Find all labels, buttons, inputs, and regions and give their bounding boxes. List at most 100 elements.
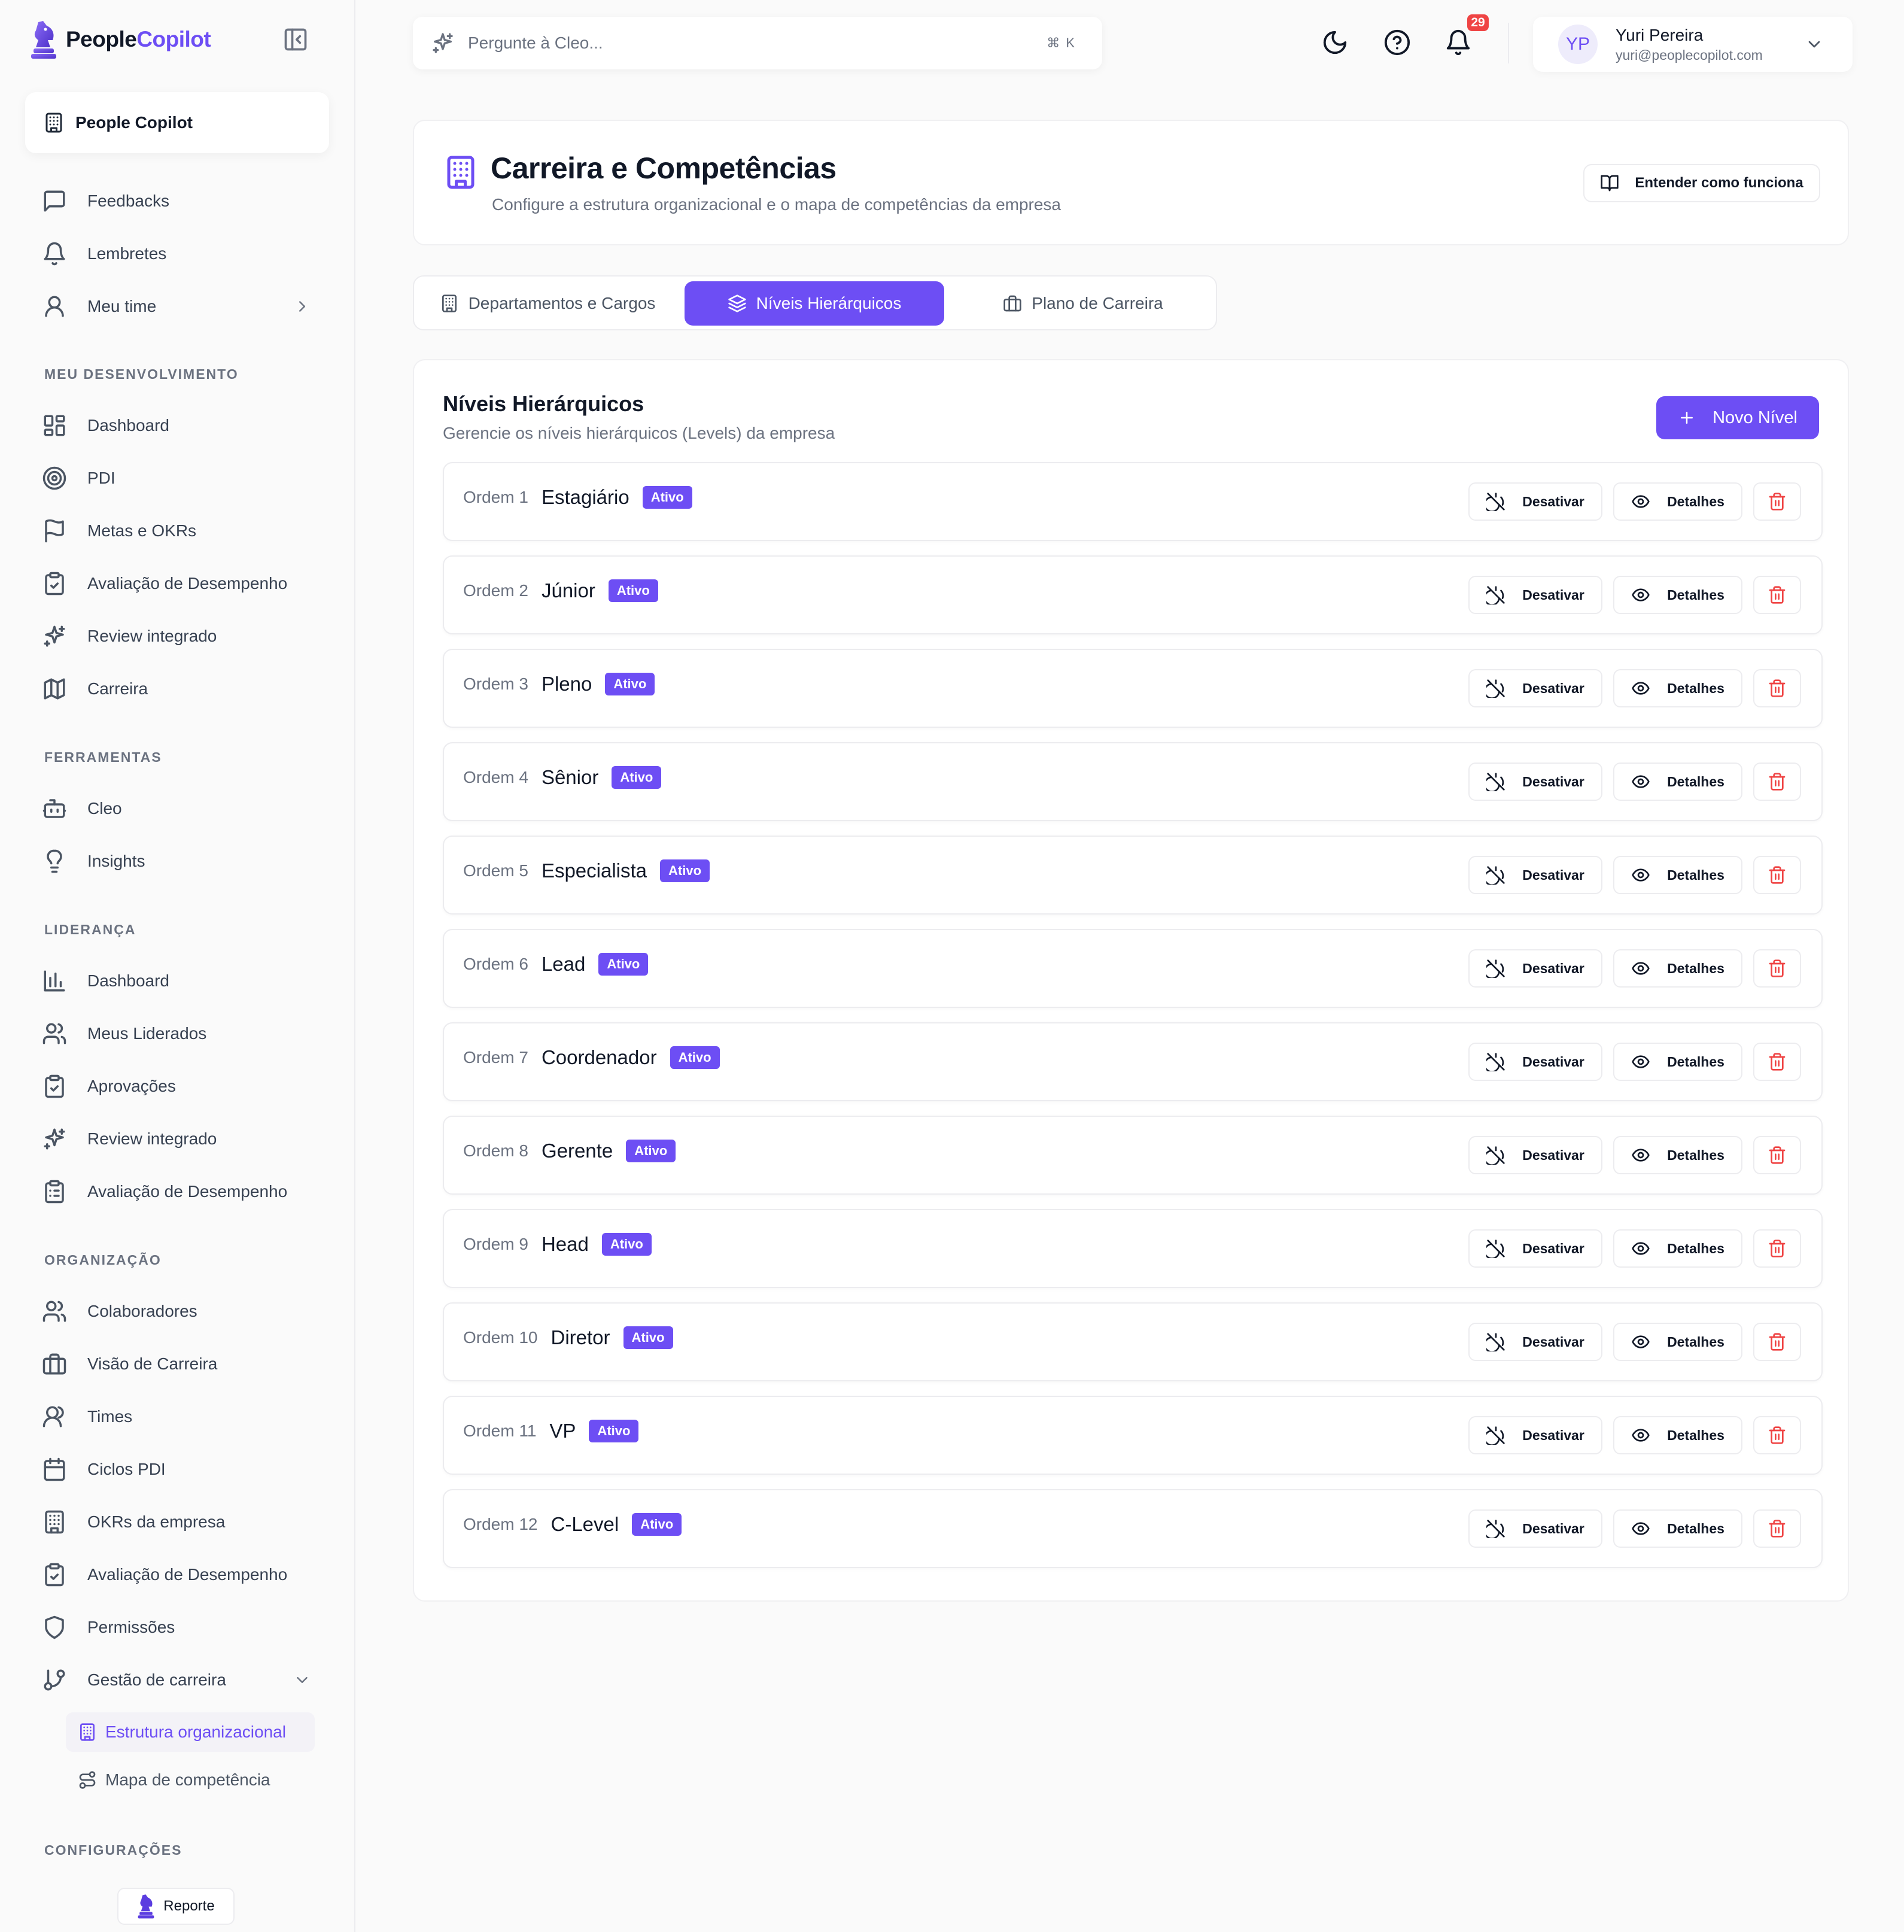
sidebar-item-visao-carreira[interactable]: Visão de Carreira [42, 1346, 311, 1382]
delete-button[interactable] [1753, 482, 1801, 521]
deactivate-button[interactable]: Desativar [1468, 1229, 1602, 1268]
tab-label: Departamentos e Cargos [468, 294, 656, 312]
deactivate-button[interactable]: Desativar [1468, 763, 1602, 801]
page-title: Carreira e Competências [491, 151, 837, 185]
delete-button[interactable] [1753, 669, 1801, 707]
details-button[interactable]: Detalhes [1613, 1509, 1742, 1548]
deactivate-label: Desativar [1522, 1240, 1584, 1256]
deactivate-button[interactable]: Desativar [1468, 482, 1602, 521]
clipboard-check-icon [45, 1563, 64, 1587]
eye-icon [1632, 962, 1650, 975]
sidebar-item-feedbacks[interactable]: Feedbacks [42, 183, 311, 219]
sidebar-item-carreira[interactable]: Carreira [42, 671, 311, 707]
sidebar-item-label: Dashboard [87, 416, 169, 435]
sidebar-item-dashboard[interactable]: Dashboard [42, 408, 311, 443]
sidebar-subitem-estrutura-organizacional[interactable]: Estrutura organizacional [66, 1712, 315, 1752]
power-off-icon [1486, 1146, 1505, 1165]
delete-button[interactable] [1753, 1323, 1801, 1361]
sidebar-item-avaliacao[interactable]: Avaliação de Desempenho [42, 566, 311, 602]
search-input[interactable] [468, 34, 1006, 53]
delete-button[interactable] [1753, 1229, 1801, 1268]
sidebar-item-insights[interactable]: Insights [42, 843, 311, 879]
sidebar-item-meus-liderados[interactable]: Meus Liderados [42, 1016, 311, 1052]
help-circle-icon[interactable] [1383, 29, 1411, 56]
sidebar-item-colaboradores[interactable]: Colaboradores [42, 1293, 311, 1329]
details-button[interactable]: Detalhes [1613, 763, 1742, 801]
details-button[interactable]: Detalhes [1613, 1043, 1742, 1081]
target-icon [42, 466, 66, 490]
deactivate-button[interactable]: Desativar [1468, 1136, 1602, 1174]
details-button[interactable]: Detalhes [1613, 1416, 1742, 1454]
deactivate-button[interactable]: Desativar [1468, 1323, 1602, 1361]
sidebar-item-review[interactable]: Review integrado [42, 618, 311, 654]
details-button[interactable]: Detalhes [1613, 1136, 1742, 1174]
deactivate-button[interactable]: Desativar [1468, 949, 1602, 988]
sidebar-item-lembretes[interactable]: Lembretes [42, 236, 311, 272]
workspace-selector[interactable]: People Copilot [25, 92, 329, 153]
user-menu[interactable]: YP Yuri Pereira yuri@peoplecopilot.com [1533, 17, 1853, 72]
bell-icon[interactable] [1444, 29, 1472, 56]
sidebar-item-cleo[interactable]: Cleo [42, 791, 311, 827]
sidebar-item-pdi[interactable]: PDI [42, 460, 311, 496]
sidebar-item-okrs-empresa[interactable]: OKRs da empresa [42, 1504, 311, 1540]
details-button[interactable]: Detalhes [1613, 669, 1742, 707]
details-button[interactable]: Detalhes [1613, 576, 1742, 614]
level-name: Especialista [541, 859, 647, 882]
sidebar-collapse-icon[interactable] [282, 26, 309, 53]
details-button[interactable]: Detalhes [1613, 482, 1742, 521]
delete-button[interactable] [1753, 1416, 1801, 1454]
lightbulb-icon [47, 849, 62, 873]
sidebar-item-gestao-carreira[interactable]: Gestão de carreira [42, 1662, 311, 1698]
sidebar-item-aprovacoes[interactable]: Aprovações [42, 1068, 311, 1104]
deactivate-button[interactable]: Desativar [1468, 576, 1602, 614]
brand[interactable]: PeopleCopilot [30, 17, 211, 62]
delete-button[interactable] [1753, 1043, 1801, 1081]
delete-button[interactable] [1753, 856, 1801, 894]
deactivate-button[interactable]: Desativar [1468, 669, 1602, 707]
details-button[interactable]: Detalhes [1613, 1229, 1742, 1268]
delete-button[interactable] [1753, 1136, 1801, 1174]
sidebar-subitem-mapa-competencia[interactable]: Mapa de competência [66, 1760, 315, 1800]
sidebar-item-permissoes[interactable]: Permissões [42, 1609, 311, 1645]
cleo-search-bar[interactable]: ⌘ K [413, 17, 1102, 69]
sidebar-item-meu-time[interactable]: Meu time [42, 288, 311, 324]
delete-button[interactable] [1753, 763, 1801, 801]
tab-plano-carreira[interactable]: Plano de Carreira [953, 281, 1213, 326]
sidebar-item-times[interactable]: Times [42, 1399, 311, 1435]
sidebar-item-avaliacao-lideranca[interactable]: Avaliação de Desempenho [42, 1174, 311, 1210]
deactivate-button[interactable]: Desativar [1468, 1043, 1602, 1081]
how-it-works-button[interactable]: Entender como funciona [1583, 164, 1820, 202]
sidebar-item-ciclos-pdi[interactable]: Ciclos PDI [42, 1451, 311, 1487]
tab-niveis-hierarquicos[interactable]: Níveis Hierárquicos [685, 281, 944, 326]
notification-badge: 29 [1467, 14, 1489, 31]
section-label-configuracoes: CONFIGURAÇÕES [44, 1842, 183, 1858]
delete-button[interactable] [1753, 576, 1801, 614]
moon-icon[interactable] [1321, 29, 1349, 56]
deactivate-button[interactable]: Desativar [1468, 1509, 1602, 1548]
sidebar-item-metas-okrs[interactable]: Metas e OKRs [42, 513, 311, 549]
building-icon [45, 1510, 64, 1534]
sidebar-subitem-label: Mapa de competência [105, 1770, 270, 1789]
sidebar-item-dashboard-lideranca[interactable]: Dashboard [42, 963, 311, 999]
power-off-icon [1486, 586, 1505, 604]
deactivate-button[interactable]: Desativar [1468, 1416, 1602, 1454]
deactivate-label: Desativar [1522, 960, 1584, 976]
status-badge: Ativo [605, 673, 655, 695]
sidebar-item-review-lideranca[interactable]: Review integrado [42, 1121, 311, 1157]
tab-departamentos-cargos[interactable]: Departamentos e Cargos [420, 281, 675, 326]
details-label: Detalhes [1667, 960, 1724, 976]
how-it-works-label: Entender como funciona [1635, 175, 1803, 191]
level-name: Sênior [541, 766, 599, 788]
sidebar-item-label: Cleo [87, 799, 122, 818]
details-button[interactable]: Detalhes [1613, 949, 1742, 988]
new-level-button[interactable]: Novo Nível [1656, 396, 1819, 439]
details-button[interactable]: Detalhes [1613, 1323, 1742, 1361]
sidebar-item-avaliacao-org[interactable]: Avaliação de Desempenho [42, 1557, 311, 1593]
delete-button[interactable] [1753, 949, 1801, 988]
delete-button[interactable] [1753, 1509, 1801, 1548]
level-order: Ordem 9 [463, 1235, 528, 1253]
report-button[interactable]: Reporte [117, 1888, 235, 1925]
deactivate-button[interactable]: Desativar [1468, 856, 1602, 894]
details-button[interactable]: Detalhes [1613, 856, 1742, 894]
building-icon [447, 156, 475, 189]
